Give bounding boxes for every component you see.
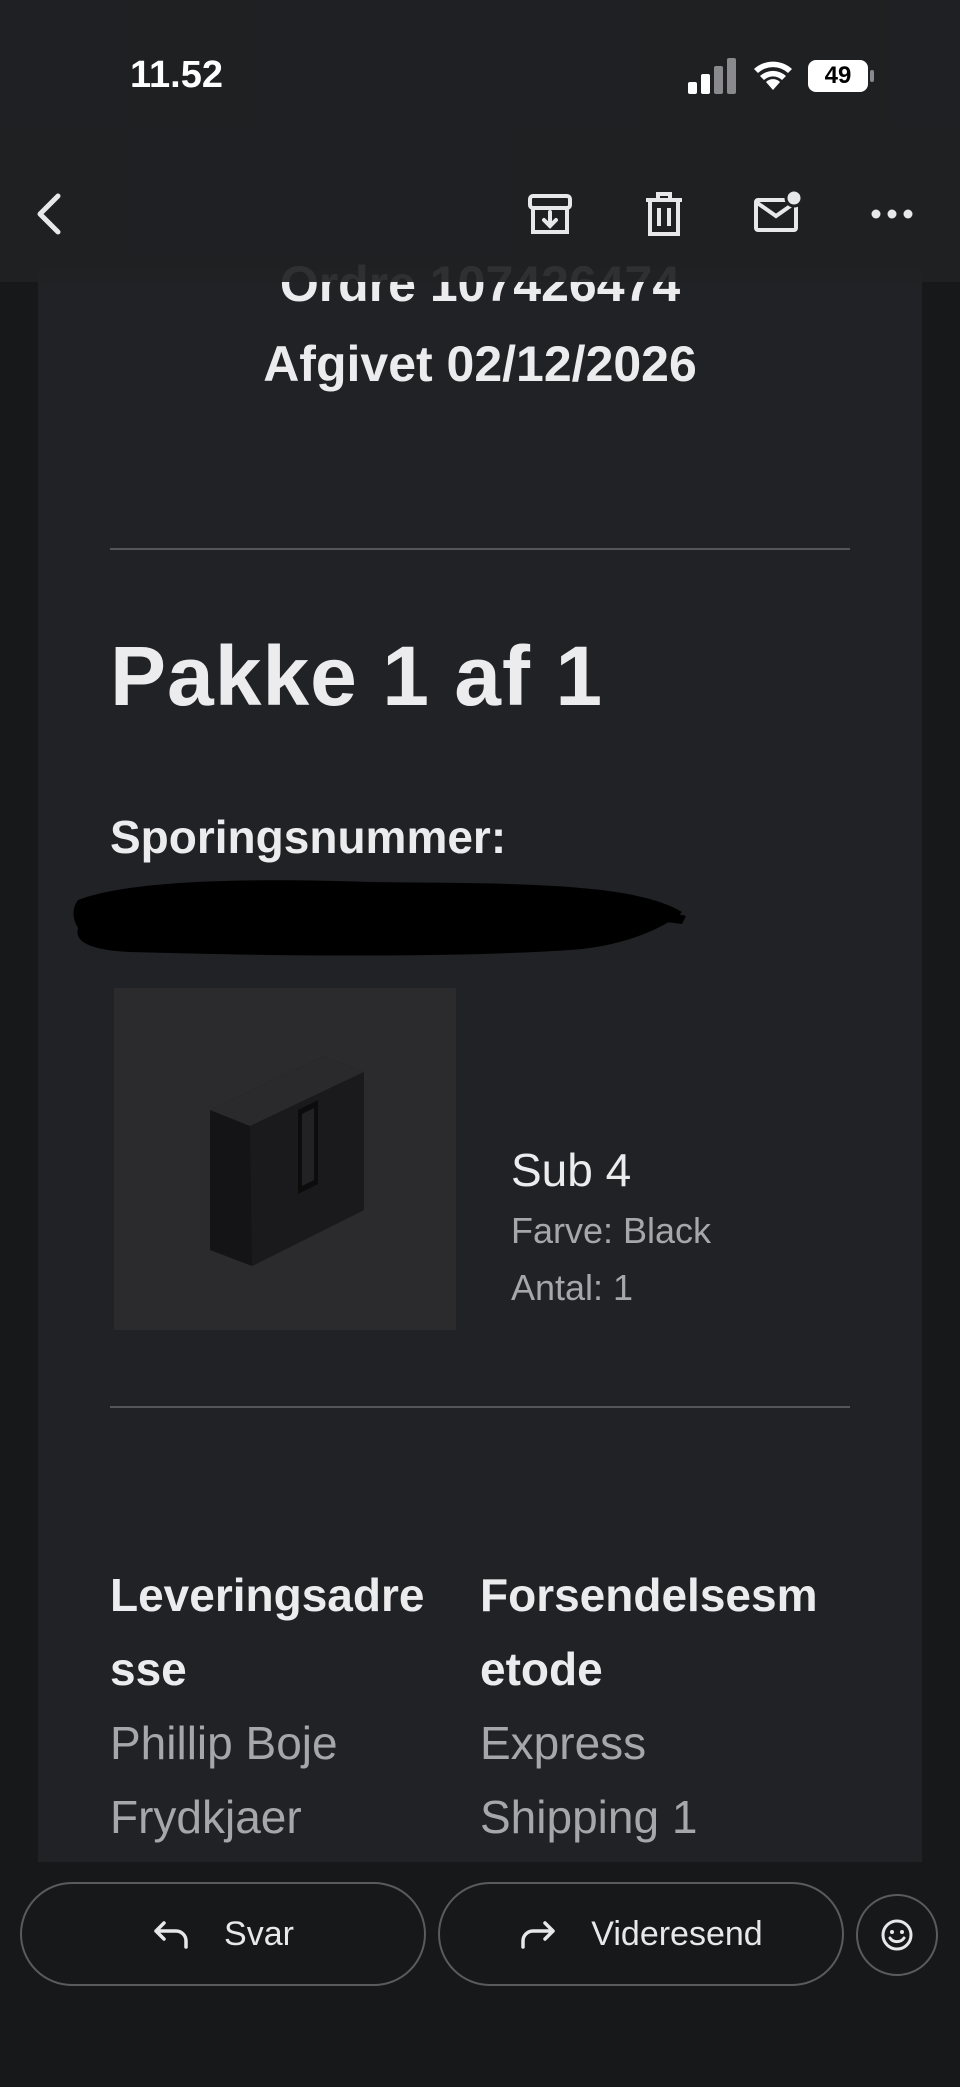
product-quantity: Antal: 1 [511, 1267, 634, 1308]
battery-level: 49 [824, 62, 852, 89]
shipping-method-heading: Forsendelsesm etode [480, 1558, 817, 1706]
shipping-method-line: Shipping 1 [480, 1791, 698, 1843]
top-app-bar: 11.52 49 [0, 0, 960, 282]
shipping-address-line: Phillip Boje [110, 1717, 338, 1769]
product-name: Sub 4 [511, 1144, 632, 1196]
product-color: Farve: Black [511, 1210, 712, 1251]
emoji-reaction-button[interactable] [856, 1894, 938, 1976]
subwoofer-image [210, 1056, 364, 1266]
delete-button[interactable] [634, 184, 694, 244]
order-placed-date: Afgivet 02/12/2026 [263, 336, 697, 392]
divider [110, 548, 850, 550]
shipping-address-value: Phillip Boje Frydkjaer [110, 1706, 338, 1854]
forward-label: Videresend [591, 1914, 763, 1953]
status-time: 11.52 [130, 54, 223, 96]
tracking-label: Sporingsnummer: [110, 811, 507, 863]
package-title: Pakke 1 af 1 [110, 629, 604, 723]
forward-arrow-icon [521, 1921, 556, 1949]
reply-button[interactable]: Svar [20, 1882, 426, 1986]
shipping-method-heading-line: Forsendelsesm [480, 1569, 818, 1621]
shipping-address-heading-line: sse [110, 1643, 187, 1695]
more-options-button[interactable] [862, 184, 922, 244]
forward-button[interactable]: Videresend [438, 1882, 844, 1986]
shipping-method-line: Express [480, 1717, 647, 1769]
shipping-address-line: Frydkjaer [110, 1791, 302, 1843]
wifi-icon [754, 61, 792, 90]
reply-label: Svar [224, 1914, 294, 1953]
shipping-method-heading-line: etode [480, 1643, 603, 1695]
reply-arrow-icon [154, 1921, 188, 1949]
battery-indicator: 49 [808, 60, 874, 92]
tracking-number-redaction [73, 880, 686, 956]
smiley-icon [881, 1919, 913, 1951]
mark-unread-button[interactable] [748, 184, 808, 244]
shipping-address-heading: Leveringsadre sse [110, 1558, 424, 1706]
product-image[interactable] [114, 988, 456, 1330]
cellular-signal-icon [688, 58, 736, 94]
shipping-address-heading-line: Leveringsadre [110, 1569, 425, 1621]
back-button[interactable] [22, 184, 82, 244]
bottom-action-bar: Svar Videresend [0, 1862, 960, 2087]
shipping-method-value: Express Shipping 1 [480, 1706, 697, 1854]
divider [110, 1406, 850, 1408]
archive-button[interactable] [520, 184, 580, 244]
